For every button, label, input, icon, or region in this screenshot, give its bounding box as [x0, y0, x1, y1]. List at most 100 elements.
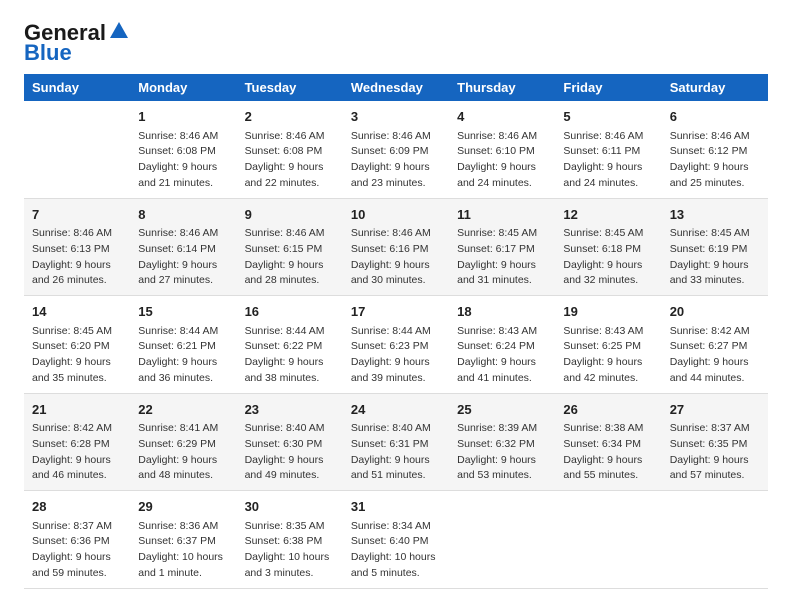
day-number: 27	[670, 400, 760, 420]
calendar-cell: 8Sunrise: 8:46 AM Sunset: 6:14 PM Daylig…	[130, 198, 236, 296]
calendar-cell: 20Sunrise: 8:42 AM Sunset: 6:27 PM Dayli…	[662, 296, 768, 394]
day-number: 19	[563, 302, 653, 322]
day-number: 10	[351, 205, 441, 225]
day-info: Sunrise: 8:45 AM Sunset: 6:20 PM Dayligh…	[32, 324, 122, 387]
logo-blue: Blue	[24, 40, 72, 66]
day-info: Sunrise: 8:43 AM Sunset: 6:25 PM Dayligh…	[563, 324, 653, 387]
calendar-cell	[449, 491, 555, 589]
day-number: 3	[351, 107, 441, 127]
calendar-cell: 23Sunrise: 8:40 AM Sunset: 6:30 PM Dayli…	[237, 393, 343, 491]
week-row-0: 1Sunrise: 8:46 AM Sunset: 6:08 PM Daylig…	[24, 101, 768, 198]
day-info: Sunrise: 8:36 AM Sunset: 6:37 PM Dayligh…	[138, 519, 228, 582]
calendar-cell: 24Sunrise: 8:40 AM Sunset: 6:31 PM Dayli…	[343, 393, 449, 491]
header-wednesday: Wednesday	[343, 74, 449, 101]
day-info: Sunrise: 8:46 AM Sunset: 6:16 PM Dayligh…	[351, 226, 441, 289]
day-info: Sunrise: 8:40 AM Sunset: 6:31 PM Dayligh…	[351, 421, 441, 484]
day-info: Sunrise: 8:46 AM Sunset: 6:09 PM Dayligh…	[351, 129, 441, 192]
calendar-cell: 29Sunrise: 8:36 AM Sunset: 6:37 PM Dayli…	[130, 491, 236, 589]
day-number: 8	[138, 205, 228, 225]
day-number: 28	[32, 497, 122, 517]
day-number: 20	[670, 302, 760, 322]
calendar-cell: 21Sunrise: 8:42 AM Sunset: 6:28 PM Dayli…	[24, 393, 130, 491]
day-info: Sunrise: 8:39 AM Sunset: 6:32 PM Dayligh…	[457, 421, 547, 484]
day-info: Sunrise: 8:46 AM Sunset: 6:13 PM Dayligh…	[32, 226, 122, 289]
day-number: 18	[457, 302, 547, 322]
day-info: Sunrise: 8:46 AM Sunset: 6:08 PM Dayligh…	[245, 129, 335, 192]
day-info: Sunrise: 8:46 AM Sunset: 6:15 PM Dayligh…	[245, 226, 335, 289]
day-info: Sunrise: 8:46 AM Sunset: 6:11 PM Dayligh…	[563, 129, 653, 192]
calendar-cell: 25Sunrise: 8:39 AM Sunset: 6:32 PM Dayli…	[449, 393, 555, 491]
calendar-cell: 10Sunrise: 8:46 AM Sunset: 6:16 PM Dayli…	[343, 198, 449, 296]
calendar-cell: 5Sunrise: 8:46 AM Sunset: 6:11 PM Daylig…	[555, 101, 661, 198]
day-info: Sunrise: 8:37 AM Sunset: 6:35 PM Dayligh…	[670, 421, 760, 484]
week-row-1: 7Sunrise: 8:46 AM Sunset: 6:13 PM Daylig…	[24, 198, 768, 296]
day-info: Sunrise: 8:34 AM Sunset: 6:40 PM Dayligh…	[351, 519, 441, 582]
day-number: 24	[351, 400, 441, 420]
calendar-cell: 15Sunrise: 8:44 AM Sunset: 6:21 PM Dayli…	[130, 296, 236, 394]
calendar-cell: 2Sunrise: 8:46 AM Sunset: 6:08 PM Daylig…	[237, 101, 343, 198]
day-info: Sunrise: 8:46 AM Sunset: 6:10 PM Dayligh…	[457, 129, 547, 192]
calendar-cell: 31Sunrise: 8:34 AM Sunset: 6:40 PM Dayli…	[343, 491, 449, 589]
calendar-cell: 9Sunrise: 8:46 AM Sunset: 6:15 PM Daylig…	[237, 198, 343, 296]
day-info: Sunrise: 8:43 AM Sunset: 6:24 PM Dayligh…	[457, 324, 547, 387]
day-info: Sunrise: 8:38 AM Sunset: 6:34 PM Dayligh…	[563, 421, 653, 484]
day-number: 17	[351, 302, 441, 322]
day-info: Sunrise: 8:40 AM Sunset: 6:30 PM Dayligh…	[245, 421, 335, 484]
calendar-cell	[555, 491, 661, 589]
calendar-cell: 11Sunrise: 8:45 AM Sunset: 6:17 PM Dayli…	[449, 198, 555, 296]
day-info: Sunrise: 8:45 AM Sunset: 6:18 PM Dayligh…	[563, 226, 653, 289]
day-number: 11	[457, 205, 547, 225]
calendar-cell: 27Sunrise: 8:37 AM Sunset: 6:35 PM Dayli…	[662, 393, 768, 491]
day-number: 25	[457, 400, 547, 420]
day-number: 22	[138, 400, 228, 420]
day-number: 30	[245, 497, 335, 517]
day-info: Sunrise: 8:44 AM Sunset: 6:23 PM Dayligh…	[351, 324, 441, 387]
calendar-cell: 28Sunrise: 8:37 AM Sunset: 6:36 PM Dayli…	[24, 491, 130, 589]
day-info: Sunrise: 8:46 AM Sunset: 6:14 PM Dayligh…	[138, 226, 228, 289]
calendar-cell: 12Sunrise: 8:45 AM Sunset: 6:18 PM Dayli…	[555, 198, 661, 296]
calendar-cell: 3Sunrise: 8:46 AM Sunset: 6:09 PM Daylig…	[343, 101, 449, 198]
day-info: Sunrise: 8:41 AM Sunset: 6:29 PM Dayligh…	[138, 421, 228, 484]
logo: General Blue	[24, 20, 130, 66]
week-row-2: 14Sunrise: 8:45 AM Sunset: 6:20 PM Dayli…	[24, 296, 768, 394]
day-number: 5	[563, 107, 653, 127]
header-monday: Monday	[130, 74, 236, 101]
page-header: General Blue	[24, 20, 768, 66]
calendar-cell: 18Sunrise: 8:43 AM Sunset: 6:24 PM Dayli…	[449, 296, 555, 394]
week-row-3: 21Sunrise: 8:42 AM Sunset: 6:28 PM Dayli…	[24, 393, 768, 491]
calendar-cell: 22Sunrise: 8:41 AM Sunset: 6:29 PM Dayli…	[130, 393, 236, 491]
week-row-4: 28Sunrise: 8:37 AM Sunset: 6:36 PM Dayli…	[24, 491, 768, 589]
day-number: 4	[457, 107, 547, 127]
day-number: 6	[670, 107, 760, 127]
day-number: 15	[138, 302, 228, 322]
day-number: 7	[32, 205, 122, 225]
day-number: 2	[245, 107, 335, 127]
day-info: Sunrise: 8:44 AM Sunset: 6:22 PM Dayligh…	[245, 324, 335, 387]
day-number: 29	[138, 497, 228, 517]
day-number: 26	[563, 400, 653, 420]
day-info: Sunrise: 8:45 AM Sunset: 6:17 PM Dayligh…	[457, 226, 547, 289]
day-info: Sunrise: 8:37 AM Sunset: 6:36 PM Dayligh…	[32, 519, 122, 582]
day-number: 14	[32, 302, 122, 322]
calendar-cell	[24, 101, 130, 198]
day-info: Sunrise: 8:46 AM Sunset: 6:08 PM Dayligh…	[138, 129, 228, 192]
calendar-cell: 14Sunrise: 8:45 AM Sunset: 6:20 PM Dayli…	[24, 296, 130, 394]
day-number: 12	[563, 205, 653, 225]
day-info: Sunrise: 8:35 AM Sunset: 6:38 PM Dayligh…	[245, 519, 335, 582]
logo-icon	[108, 20, 130, 42]
day-number: 23	[245, 400, 335, 420]
calendar-cell: 16Sunrise: 8:44 AM Sunset: 6:22 PM Dayli…	[237, 296, 343, 394]
header-sunday: Sunday	[24, 74, 130, 101]
calendar-header-row: SundayMondayTuesdayWednesdayThursdayFrid…	[24, 74, 768, 101]
day-number: 13	[670, 205, 760, 225]
day-info: Sunrise: 8:42 AM Sunset: 6:28 PM Dayligh…	[32, 421, 122, 484]
day-number: 16	[245, 302, 335, 322]
header-thursday: Thursday	[449, 74, 555, 101]
calendar-cell: 1Sunrise: 8:46 AM Sunset: 6:08 PM Daylig…	[130, 101, 236, 198]
calendar-cell: 6Sunrise: 8:46 AM Sunset: 6:12 PM Daylig…	[662, 101, 768, 198]
calendar-cell: 30Sunrise: 8:35 AM Sunset: 6:38 PM Dayli…	[237, 491, 343, 589]
day-number: 9	[245, 205, 335, 225]
day-number: 1	[138, 107, 228, 127]
calendar-cell: 4Sunrise: 8:46 AM Sunset: 6:10 PM Daylig…	[449, 101, 555, 198]
day-info: Sunrise: 8:46 AM Sunset: 6:12 PM Dayligh…	[670, 129, 760, 192]
